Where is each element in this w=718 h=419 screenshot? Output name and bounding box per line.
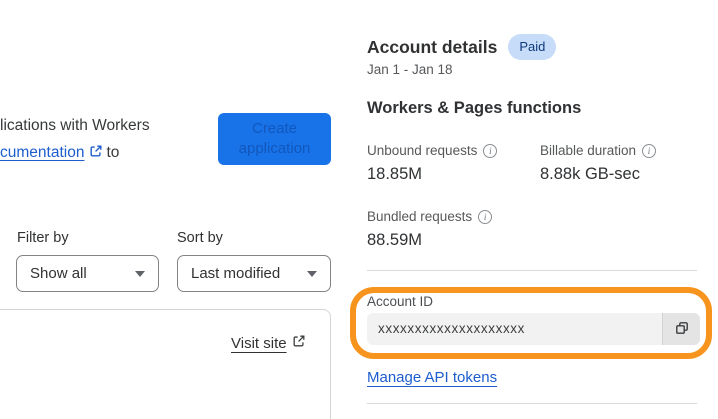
billing-date-range: Jan 1 - Jan 18 [367, 62, 453, 77]
documentation-link[interactable]: cumentation [0, 144, 84, 161]
copy-icon [674, 320, 690, 339]
plan-badge: Paid [508, 34, 557, 60]
visit-site-label: Visit site [231, 334, 287, 352]
account-details-header: Account details Paid [367, 34, 557, 60]
filter-dropdown[interactable]: Show all [16, 255, 159, 292]
divider [367, 403, 697, 404]
functions-section-title: Workers & Pages functions [367, 99, 582, 117]
external-link-icon [89, 140, 103, 167]
account-details-title: Account details [367, 36, 498, 57]
metric-value: 8.88k GB-sec [540, 165, 640, 183]
metric-billable-duration: Billable duration i 8.88k GB-sec [540, 143, 657, 184]
metric-value: 88.59M [367, 231, 423, 249]
divider [367, 270, 697, 271]
account-id-label: Account ID [367, 294, 434, 309]
sort-by-label: Sort by [177, 230, 223, 246]
intro-line1: lications with Workers [0, 117, 150, 134]
account-id-field[interactable]: xxxxxxxxxxxxxxxxxxxx [367, 313, 700, 345]
sort-dropdown-value: Last modified [191, 265, 281, 282]
copy-account-id-button[interactable] [662, 313, 700, 345]
intro-text: lications with Workers cumentation to [0, 112, 190, 167]
filter-dropdown-value: Show all [30, 265, 87, 282]
visit-site-link[interactable]: Visit site [231, 334, 309, 352]
metric-unbound-requests: Unbound requests i 18.85M [367, 143, 498, 184]
manage-api-tokens-link[interactable]: Manage API tokens [367, 369, 497, 386]
metric-label: Unbound requests [367, 143, 478, 158]
filter-by-label: Filter by [17, 230, 69, 246]
external-link-icon [292, 334, 306, 352]
metric-bundled-requests: Bundled requests i 88.59M [367, 209, 493, 250]
account-id-value[interactable]: xxxxxxxxxxxxxxxxxxxx [367, 313, 662, 345]
info-icon[interactable]: i [478, 209, 493, 224]
info-icon[interactable]: i [483, 143, 498, 158]
chevron-down-icon [135, 270, 145, 277]
metric-value: 18.85M [367, 165, 423, 183]
intro-suffix: to [106, 144, 120, 161]
sort-dropdown[interactable]: Last modified [177, 255, 331, 292]
create-application-button[interactable]: Create application [218, 113, 331, 165]
project-card: Visit site [0, 309, 331, 419]
chevron-down-icon [307, 270, 317, 277]
workers-pages-dashboard: lications with Workers cumentation to Cre… [0, 0, 718, 419]
info-icon[interactable]: i [642, 143, 657, 158]
metric-label: Billable duration [540, 143, 637, 158]
metric-label: Bundled requests [367, 209, 473, 224]
